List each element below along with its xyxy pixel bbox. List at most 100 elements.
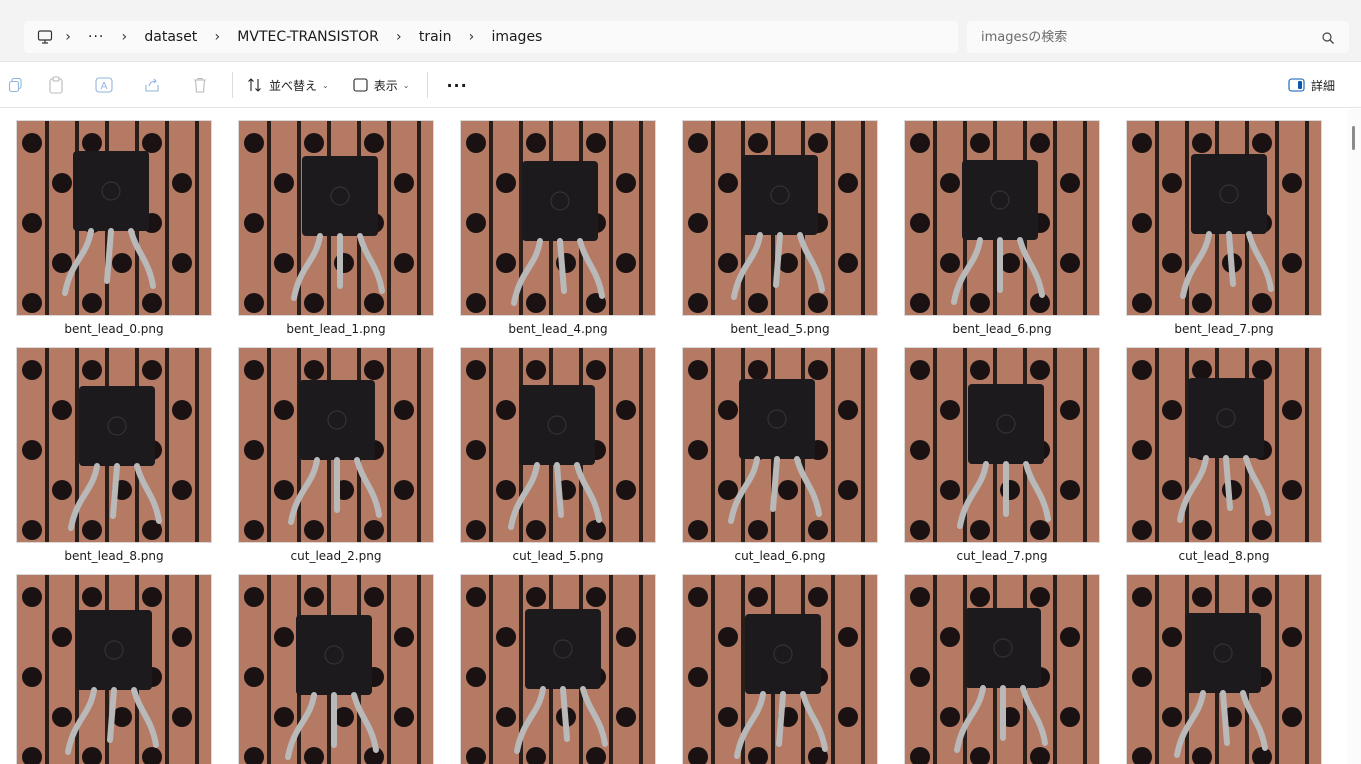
file-name: cut_lead_8.png xyxy=(1178,549,1270,563)
file-thumbnail[interactable] xyxy=(16,347,212,543)
chevron-down-icon: ⌄ xyxy=(402,80,410,90)
copy-button[interactable] xyxy=(0,69,32,101)
transistor-image xyxy=(239,121,433,315)
file-thumbnail[interactable] xyxy=(1126,574,1322,764)
file-name: cut_lead_5.png xyxy=(512,549,604,563)
chevron-right-icon[interactable]: › xyxy=(110,29,138,45)
transistor-image xyxy=(17,348,211,542)
file-thumbnail[interactable] xyxy=(682,120,878,316)
file-tile[interactable]: bent_lead_8.png xyxy=(16,347,212,574)
rename-button[interactable]: A xyxy=(80,69,128,101)
file-tile[interactable]: bent_lead_0.png xyxy=(16,120,212,347)
file-name: bent_lead_1.png xyxy=(286,322,386,336)
search-icon[interactable] xyxy=(1321,30,1335,44)
vertical-scrollbar[interactable] xyxy=(1347,109,1361,764)
chevron-right-icon[interactable]: › xyxy=(457,29,485,45)
details-pane-icon xyxy=(1288,78,1305,92)
file-tile[interactable]: bent_lead_5.png xyxy=(682,120,878,347)
file-tile[interactable] xyxy=(16,574,212,764)
sort-label: 並べ替え xyxy=(269,78,318,93)
transistor-image xyxy=(239,575,433,764)
file-tile[interactable]: cut_lead_8.png xyxy=(1126,347,1322,574)
details-pane-button[interactable]: 詳細 xyxy=(1288,69,1335,101)
search-input[interactable] xyxy=(981,29,1311,45)
transistor-image xyxy=(239,348,433,542)
file-tile[interactable]: cut_lead_7.png xyxy=(904,347,1100,574)
file-view: bent_lead_0.png bent_lead_1.png bent_lead_… xyxy=(0,109,1361,764)
chevron-right-icon[interactable]: › xyxy=(203,29,231,45)
breadcrumb-item[interactable]: MVTEC-TRANSISTOR xyxy=(231,29,385,45)
transistor-image xyxy=(905,121,1099,315)
transistor-image xyxy=(461,575,655,764)
file-name: cut_lead_7.png xyxy=(956,549,1048,563)
clipboard-icon xyxy=(49,76,63,94)
file-tile[interactable]: bent_lead_1.png xyxy=(238,120,434,347)
more-icon: ··· xyxy=(446,75,468,95)
transistor-image xyxy=(461,121,655,315)
search-box[interactable] xyxy=(967,21,1349,53)
file-thumbnail[interactable] xyxy=(904,574,1100,764)
file-thumbnail[interactable] xyxy=(904,120,1100,316)
file-thumbnail[interactable] xyxy=(682,574,878,764)
file-thumbnail[interactable] xyxy=(460,574,656,764)
transistor-image xyxy=(1127,575,1321,764)
paste-button[interactable] xyxy=(32,69,80,101)
command-bar: A 並べ替え ⌄ 表示 ⌄ ··· 詳細 xyxy=(0,63,1361,108)
chevron-down-icon: ⌄ xyxy=(322,80,329,90)
computer-icon[interactable] xyxy=(36,28,54,46)
file-tile[interactable] xyxy=(904,574,1100,764)
breadcrumb-item[interactable]: dataset xyxy=(138,29,203,45)
transistor-image xyxy=(683,575,877,764)
breadcrumb-overflow[interactable]: ··· xyxy=(82,29,110,45)
breadcrumb-item[interactable]: images xyxy=(485,29,548,45)
chevron-right-icon[interactable]: › xyxy=(54,29,82,45)
view-button[interactable]: 表示 ⌄ xyxy=(335,69,420,101)
svg-text:A: A xyxy=(101,81,108,92)
file-tile[interactable] xyxy=(1126,574,1322,764)
file-thumbnail[interactable] xyxy=(1126,347,1322,543)
view-icon xyxy=(353,78,368,92)
transistor-image xyxy=(17,575,211,764)
file-thumbnail[interactable] xyxy=(16,574,212,764)
file-tile[interactable]: bent_lead_6.png xyxy=(904,120,1100,347)
file-thumbnail[interactable] xyxy=(682,347,878,543)
file-tile[interactable] xyxy=(682,574,878,764)
delete-button[interactable] xyxy=(176,69,224,101)
file-thumbnail[interactable] xyxy=(16,120,212,316)
address-bar-row: › ··· › dataset › MVTEC-TRANSISTOR › tra… xyxy=(0,0,1361,62)
thumbnail-grid: bent_lead_0.png bent_lead_1.png bent_lead_… xyxy=(16,120,1322,764)
file-thumbnail[interactable] xyxy=(238,120,434,316)
transistor-image xyxy=(1127,121,1321,315)
toolbar-divider xyxy=(427,72,429,98)
share-button[interactable] xyxy=(128,69,176,101)
file-tile[interactable] xyxy=(238,574,434,764)
file-tile[interactable]: cut_lead_6.png xyxy=(682,347,878,574)
transistor-image xyxy=(683,121,877,315)
breadcrumb-item[interactable]: train xyxy=(413,29,458,45)
chevron-right-icon[interactable]: › xyxy=(385,29,413,45)
file-thumbnail[interactable] xyxy=(460,120,656,316)
file-name: bent_lead_7.png xyxy=(1174,322,1274,336)
file-thumbnail[interactable] xyxy=(460,347,656,543)
file-name: bent_lead_0.png xyxy=(64,322,164,336)
file-tile[interactable] xyxy=(460,574,656,764)
sort-icon xyxy=(248,78,261,92)
file-name: bent_lead_6.png xyxy=(952,322,1052,336)
file-tile[interactable]: bent_lead_7.png xyxy=(1126,120,1322,347)
transistor-image xyxy=(1127,348,1321,542)
file-thumbnail[interactable] xyxy=(904,347,1100,543)
more-options-button[interactable]: ··· xyxy=(436,69,477,101)
file-tile[interactable]: bent_lead_4.png xyxy=(460,120,656,347)
trash-icon xyxy=(194,77,206,93)
file-thumbnail[interactable] xyxy=(1126,120,1322,316)
sort-button[interactable]: 並べ替え ⌄ xyxy=(241,69,335,101)
address-bar[interactable]: › ··· › dataset › MVTEC-TRANSISTOR › tra… xyxy=(24,21,958,53)
file-name: cut_lead_6.png xyxy=(734,549,826,563)
view-label: 表示 xyxy=(373,78,398,93)
file-thumbnail[interactable] xyxy=(238,347,434,543)
file-thumbnail[interactable] xyxy=(238,574,434,764)
toolbar-divider xyxy=(232,72,233,98)
file-tile[interactable]: cut_lead_2.png xyxy=(238,347,434,574)
file-tile[interactable]: cut_lead_5.png xyxy=(460,347,656,574)
scrollbar-thumb[interactable] xyxy=(1352,126,1355,150)
